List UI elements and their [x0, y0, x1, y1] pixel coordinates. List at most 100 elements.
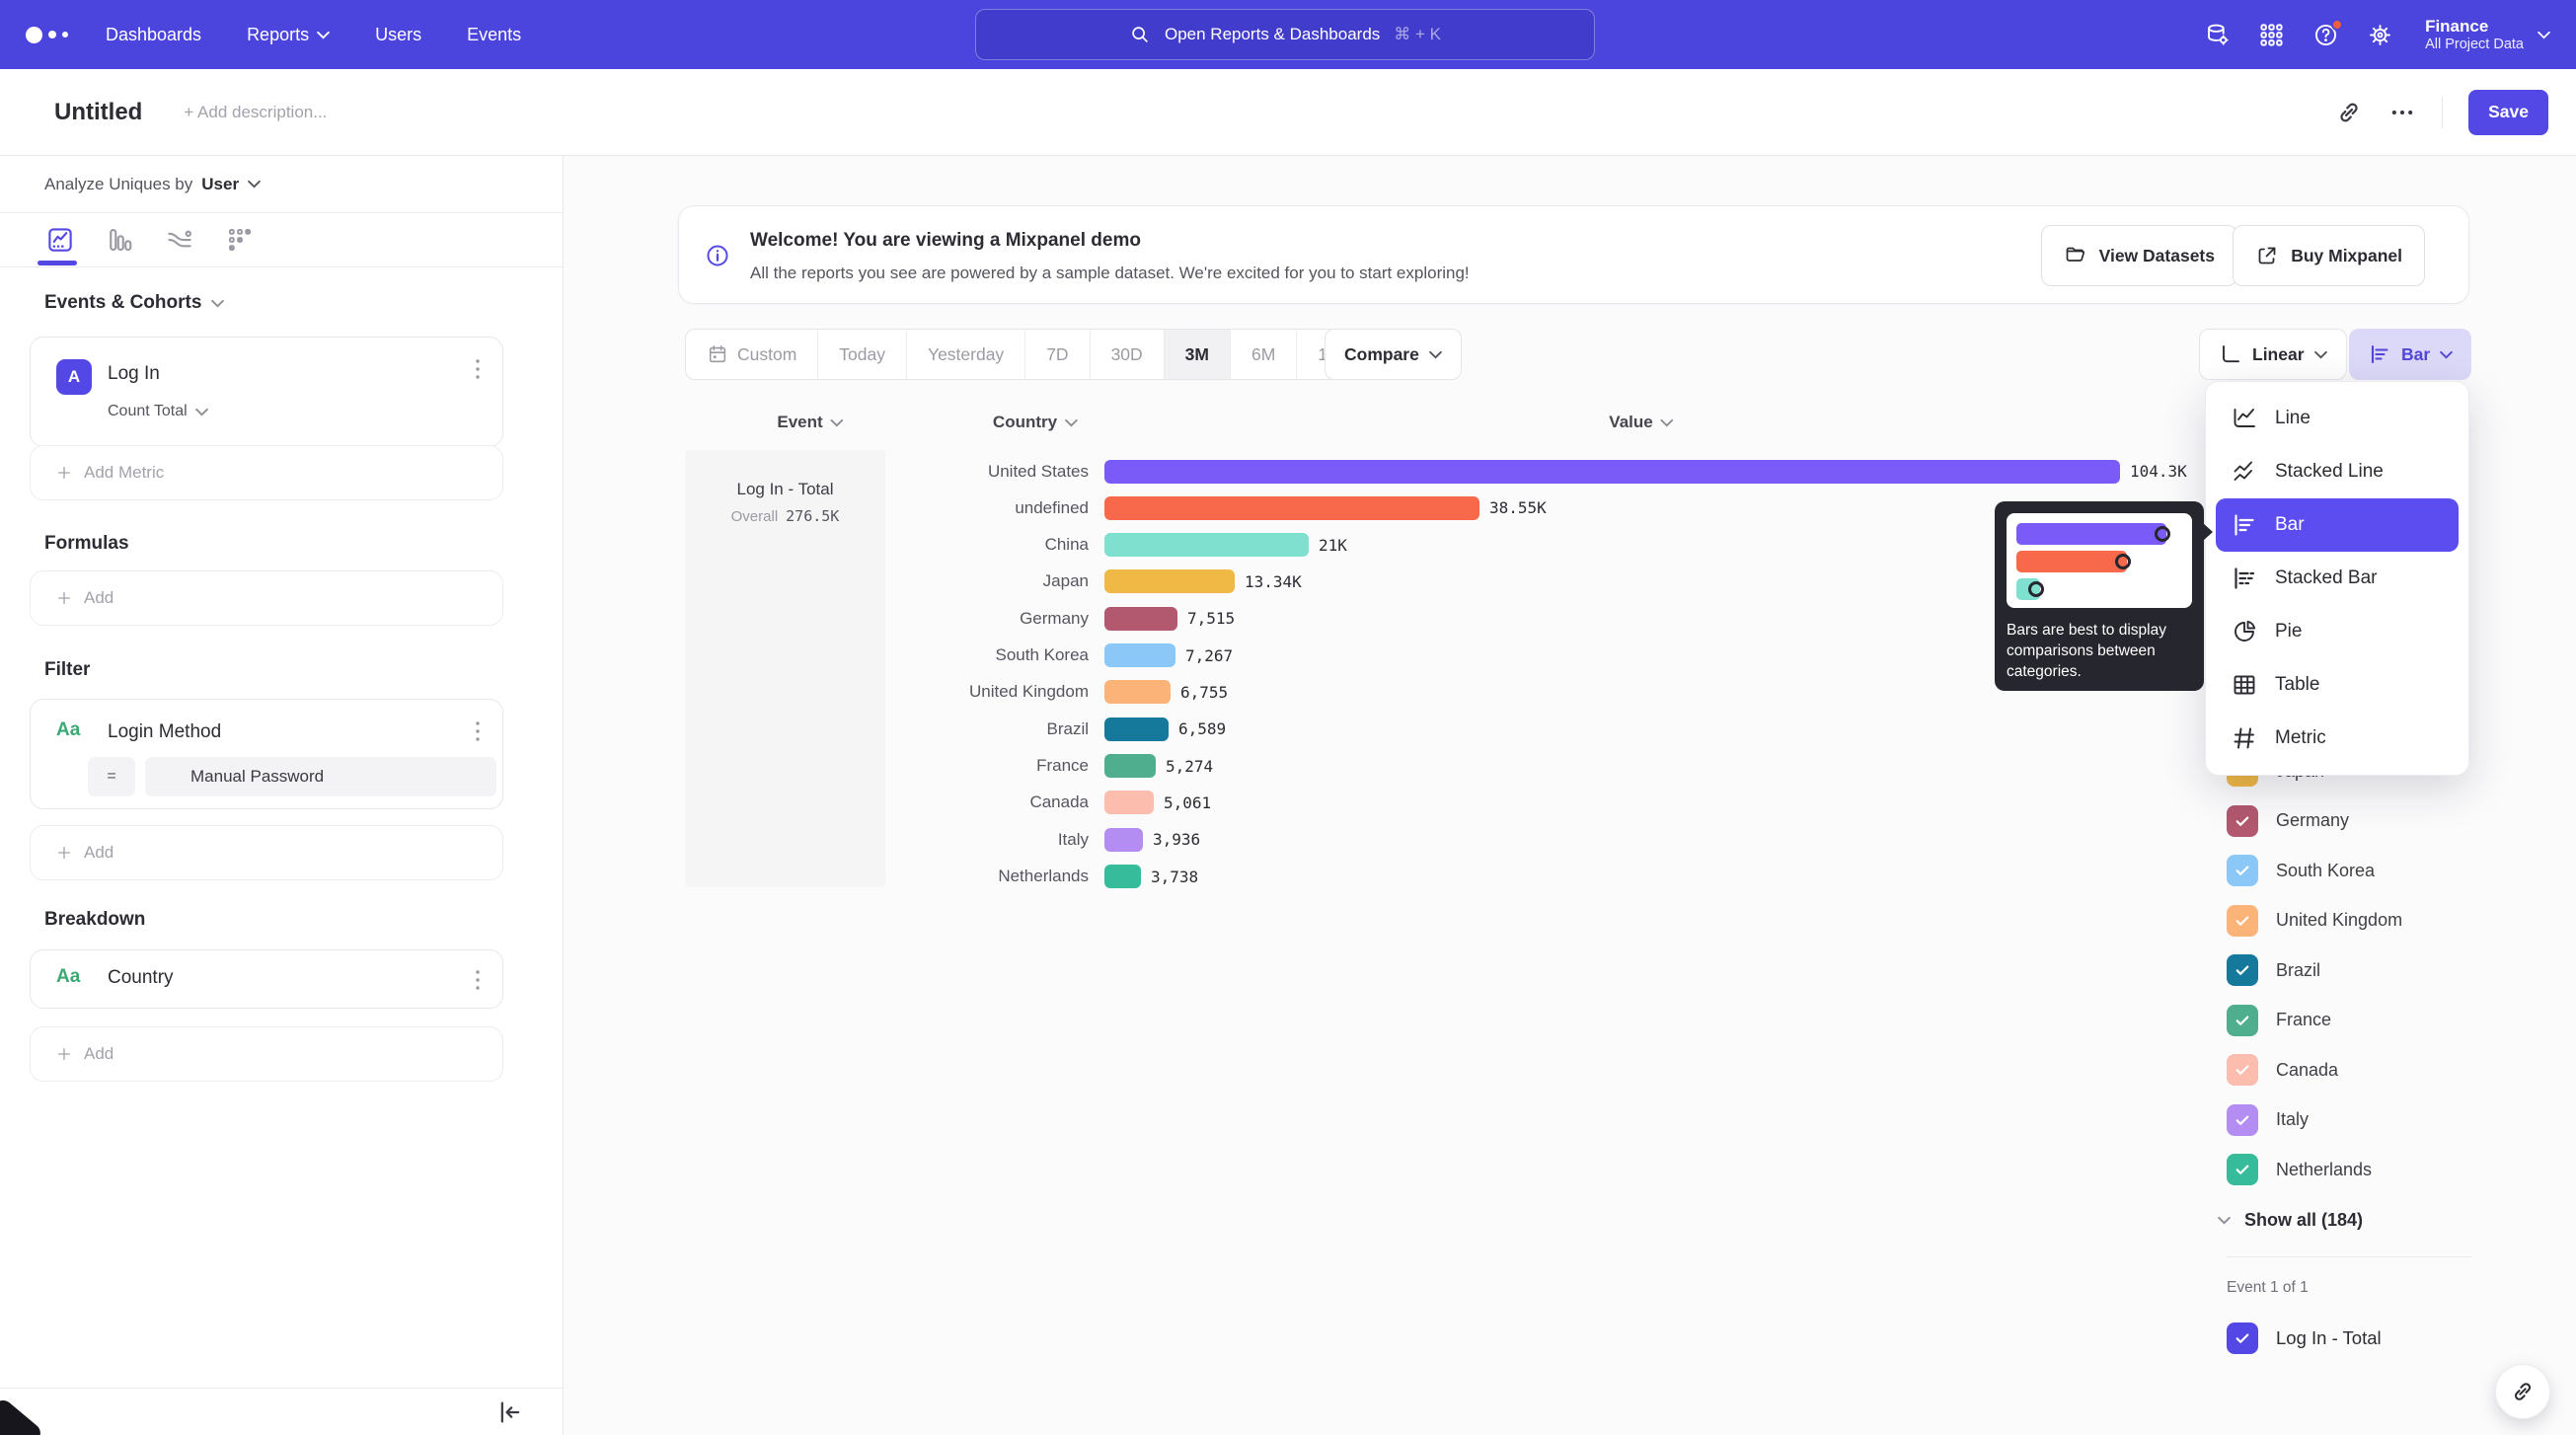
tab-retention-icon[interactable] [225, 225, 255, 255]
range-7d[interactable]: 7D [1025, 330, 1090, 379]
legend-item-france[interactable]: France [2227, 996, 2331, 1045]
more-options-icon[interactable] [2388, 99, 2416, 126]
range-6m[interactable]: 6M [1231, 330, 1297, 379]
range-custom[interactable]: Custom [686, 330, 818, 379]
collapse-sidebar-icon[interactable] [496, 1398, 524, 1426]
bar-segment[interactable] [1104, 718, 1169, 741]
metric-aggregation[interactable]: Count Total [108, 403, 208, 420]
add-description-field[interactable]: + Add description... [184, 103, 327, 122]
checkbox-checked[interactable] [2227, 905, 2258, 937]
filter-property[interactable]: Login Method [108, 721, 221, 743]
global-search-input[interactable]: Open Reports & Dashboards ⌘ + K [975, 9, 1595, 60]
chart-type-table[interactable]: Table [2216, 658, 2459, 712]
bar-category-label[interactable]: Netherlands [731, 867, 1089, 886]
checkbox-checked[interactable] [2227, 1104, 2258, 1136]
scale-selector-button[interactable]: Linear [2199, 329, 2347, 380]
checkbox-checked[interactable] [2227, 954, 2258, 986]
bar-segment[interactable] [1104, 607, 1177, 631]
bar-segment[interactable] [1104, 460, 2120, 484]
view-datasets-button[interactable]: View Datasets [2041, 225, 2237, 286]
settings-gear-icon[interactable] [2367, 22, 2393, 48]
bar-segment[interactable] [1104, 865, 1141, 888]
add-breakdown-button[interactable]: Add [30, 1026, 503, 1082]
tab-insights-icon[interactable] [45, 225, 75, 255]
help-icon[interactable] [2312, 22, 2339, 48]
bar-segment[interactable] [1104, 680, 1171, 704]
checkbox-checked[interactable] [2227, 1322, 2258, 1354]
project-switcher[interactable]: Finance All Project Data [2425, 17, 2550, 52]
legend-item-south-korea[interactable]: South Korea [2227, 846, 2375, 895]
share-link-button[interactable] [2495, 1364, 2550, 1419]
bar-segment[interactable] [1104, 569, 1235, 593]
copy-link-icon[interactable] [2335, 99, 2363, 126]
add-metric-button[interactable]: Add Metric [30, 445, 503, 500]
chart-type-pie[interactable]: Pie [2216, 605, 2459, 658]
range-3m[interactable]: 3M [1165, 330, 1231, 379]
filter-value-input[interactable]: Manual Password [145, 757, 496, 796]
bar-segment[interactable] [1104, 496, 1479, 520]
bar-category-label[interactable]: undefined [731, 498, 1089, 518]
legend-item-united-kingdom[interactable]: United Kingdom [2227, 896, 2402, 945]
checkbox-checked[interactable] [2227, 1154, 2258, 1185]
bar-segment[interactable] [1104, 791, 1154, 814]
apps-grid-icon[interactable] [2258, 22, 2285, 48]
analyze-by-value[interactable]: User [201, 175, 239, 194]
metric-event-name[interactable]: Log In [108, 363, 160, 385]
add-filter-button[interactable]: Add [30, 825, 503, 880]
chart-type-stacked-line[interactable]: Stacked Line [2216, 445, 2459, 498]
bar-category-label[interactable]: Canada [731, 793, 1089, 812]
legend-item-germany[interactable]: Germany [2227, 796, 2349, 846]
breakdown-property[interactable]: Country [108, 967, 174, 989]
metric-card[interactable]: A Log In Count Total [30, 337, 503, 447]
bar-category-label[interactable]: China [731, 535, 1089, 555]
bar-category-label[interactable]: Brazil [731, 719, 1089, 739]
legend-event-row[interactable]: Log In - Total [2227, 1314, 2382, 1363]
chart-type-bar[interactable]: Bar [2216, 498, 2459, 552]
chart-type-stacked-bar[interactable]: Stacked Bar [2216, 552, 2459, 605]
chart-type-line[interactable]: Line [2216, 392, 2459, 445]
mixpanel-logo-icon[interactable] [26, 27, 68, 43]
filter-operator[interactable]: = [88, 757, 135, 796]
compare-button[interactable]: Compare [1325, 329, 1462, 380]
bar-category-label[interactable]: France [731, 756, 1089, 776]
tab-funnels-icon[interactable] [105, 225, 134, 255]
nav-users[interactable]: Users [375, 25, 421, 45]
bar-category-label[interactable]: Italy [731, 830, 1089, 850]
bar-segment[interactable] [1104, 828, 1143, 852]
events-cohorts-header[interactable]: Events & Cohorts [44, 292, 224, 314]
bar-category-label[interactable]: Japan [731, 571, 1089, 591]
bar-segment[interactable] [1104, 754, 1156, 778]
legend-item-brazil[interactable]: Brazil [2227, 945, 2320, 995]
column-header-value[interactable]: Value [1609, 413, 1673, 432]
data-management-icon[interactable] [2204, 22, 2231, 48]
buy-mixpanel-button[interactable]: Buy Mixpanel [2233, 225, 2425, 286]
tab-flows-icon[interactable] [165, 225, 194, 255]
kebab-menu-icon[interactable] [475, 357, 481, 381]
nav-reports[interactable]: Reports [247, 25, 330, 45]
range-30d[interactable]: 30D [1091, 330, 1165, 379]
kebab-menu-icon[interactable] [475, 968, 481, 992]
bar-category-label[interactable]: United Kingdom [731, 682, 1089, 702]
checkbox-checked[interactable] [2227, 805, 2258, 837]
column-header-country[interactable]: Country [993, 413, 1078, 432]
show-all-button[interactable]: Show all (184) [2218, 1195, 2363, 1245]
column-header-event[interactable]: Event [777, 413, 843, 432]
chart-type-button[interactable]: Bar [2349, 329, 2471, 380]
checkbox-checked[interactable] [2227, 855, 2258, 886]
legend-item-italy[interactable]: Italy [2227, 1095, 2309, 1145]
report-title[interactable]: Untitled [54, 99, 142, 126]
range-today[interactable]: Today [818, 330, 907, 379]
nav-dashboards[interactable]: Dashboards [106, 25, 201, 45]
checkbox-checked[interactable] [2227, 1005, 2258, 1036]
bar-segment[interactable] [1104, 533, 1309, 557]
legend-item-netherlands[interactable]: Netherlands [2227, 1145, 2372, 1194]
add-formula-button[interactable]: Add [30, 570, 503, 626]
bar-category-label[interactable]: South Korea [731, 645, 1089, 665]
kebab-menu-icon[interactable] [475, 719, 481, 743]
checkbox-checked[interactable] [2227, 1054, 2258, 1086]
bar-category-label[interactable]: United States [731, 462, 1089, 482]
filter-card[interactable]: Aa Login Method = Manual Password [30, 699, 503, 809]
chart-type-metric[interactable]: Metric [2216, 712, 2459, 765]
range-yesterday[interactable]: Yesterday [907, 330, 1025, 379]
legend-item-canada[interactable]: Canada [2227, 1045, 2338, 1095]
